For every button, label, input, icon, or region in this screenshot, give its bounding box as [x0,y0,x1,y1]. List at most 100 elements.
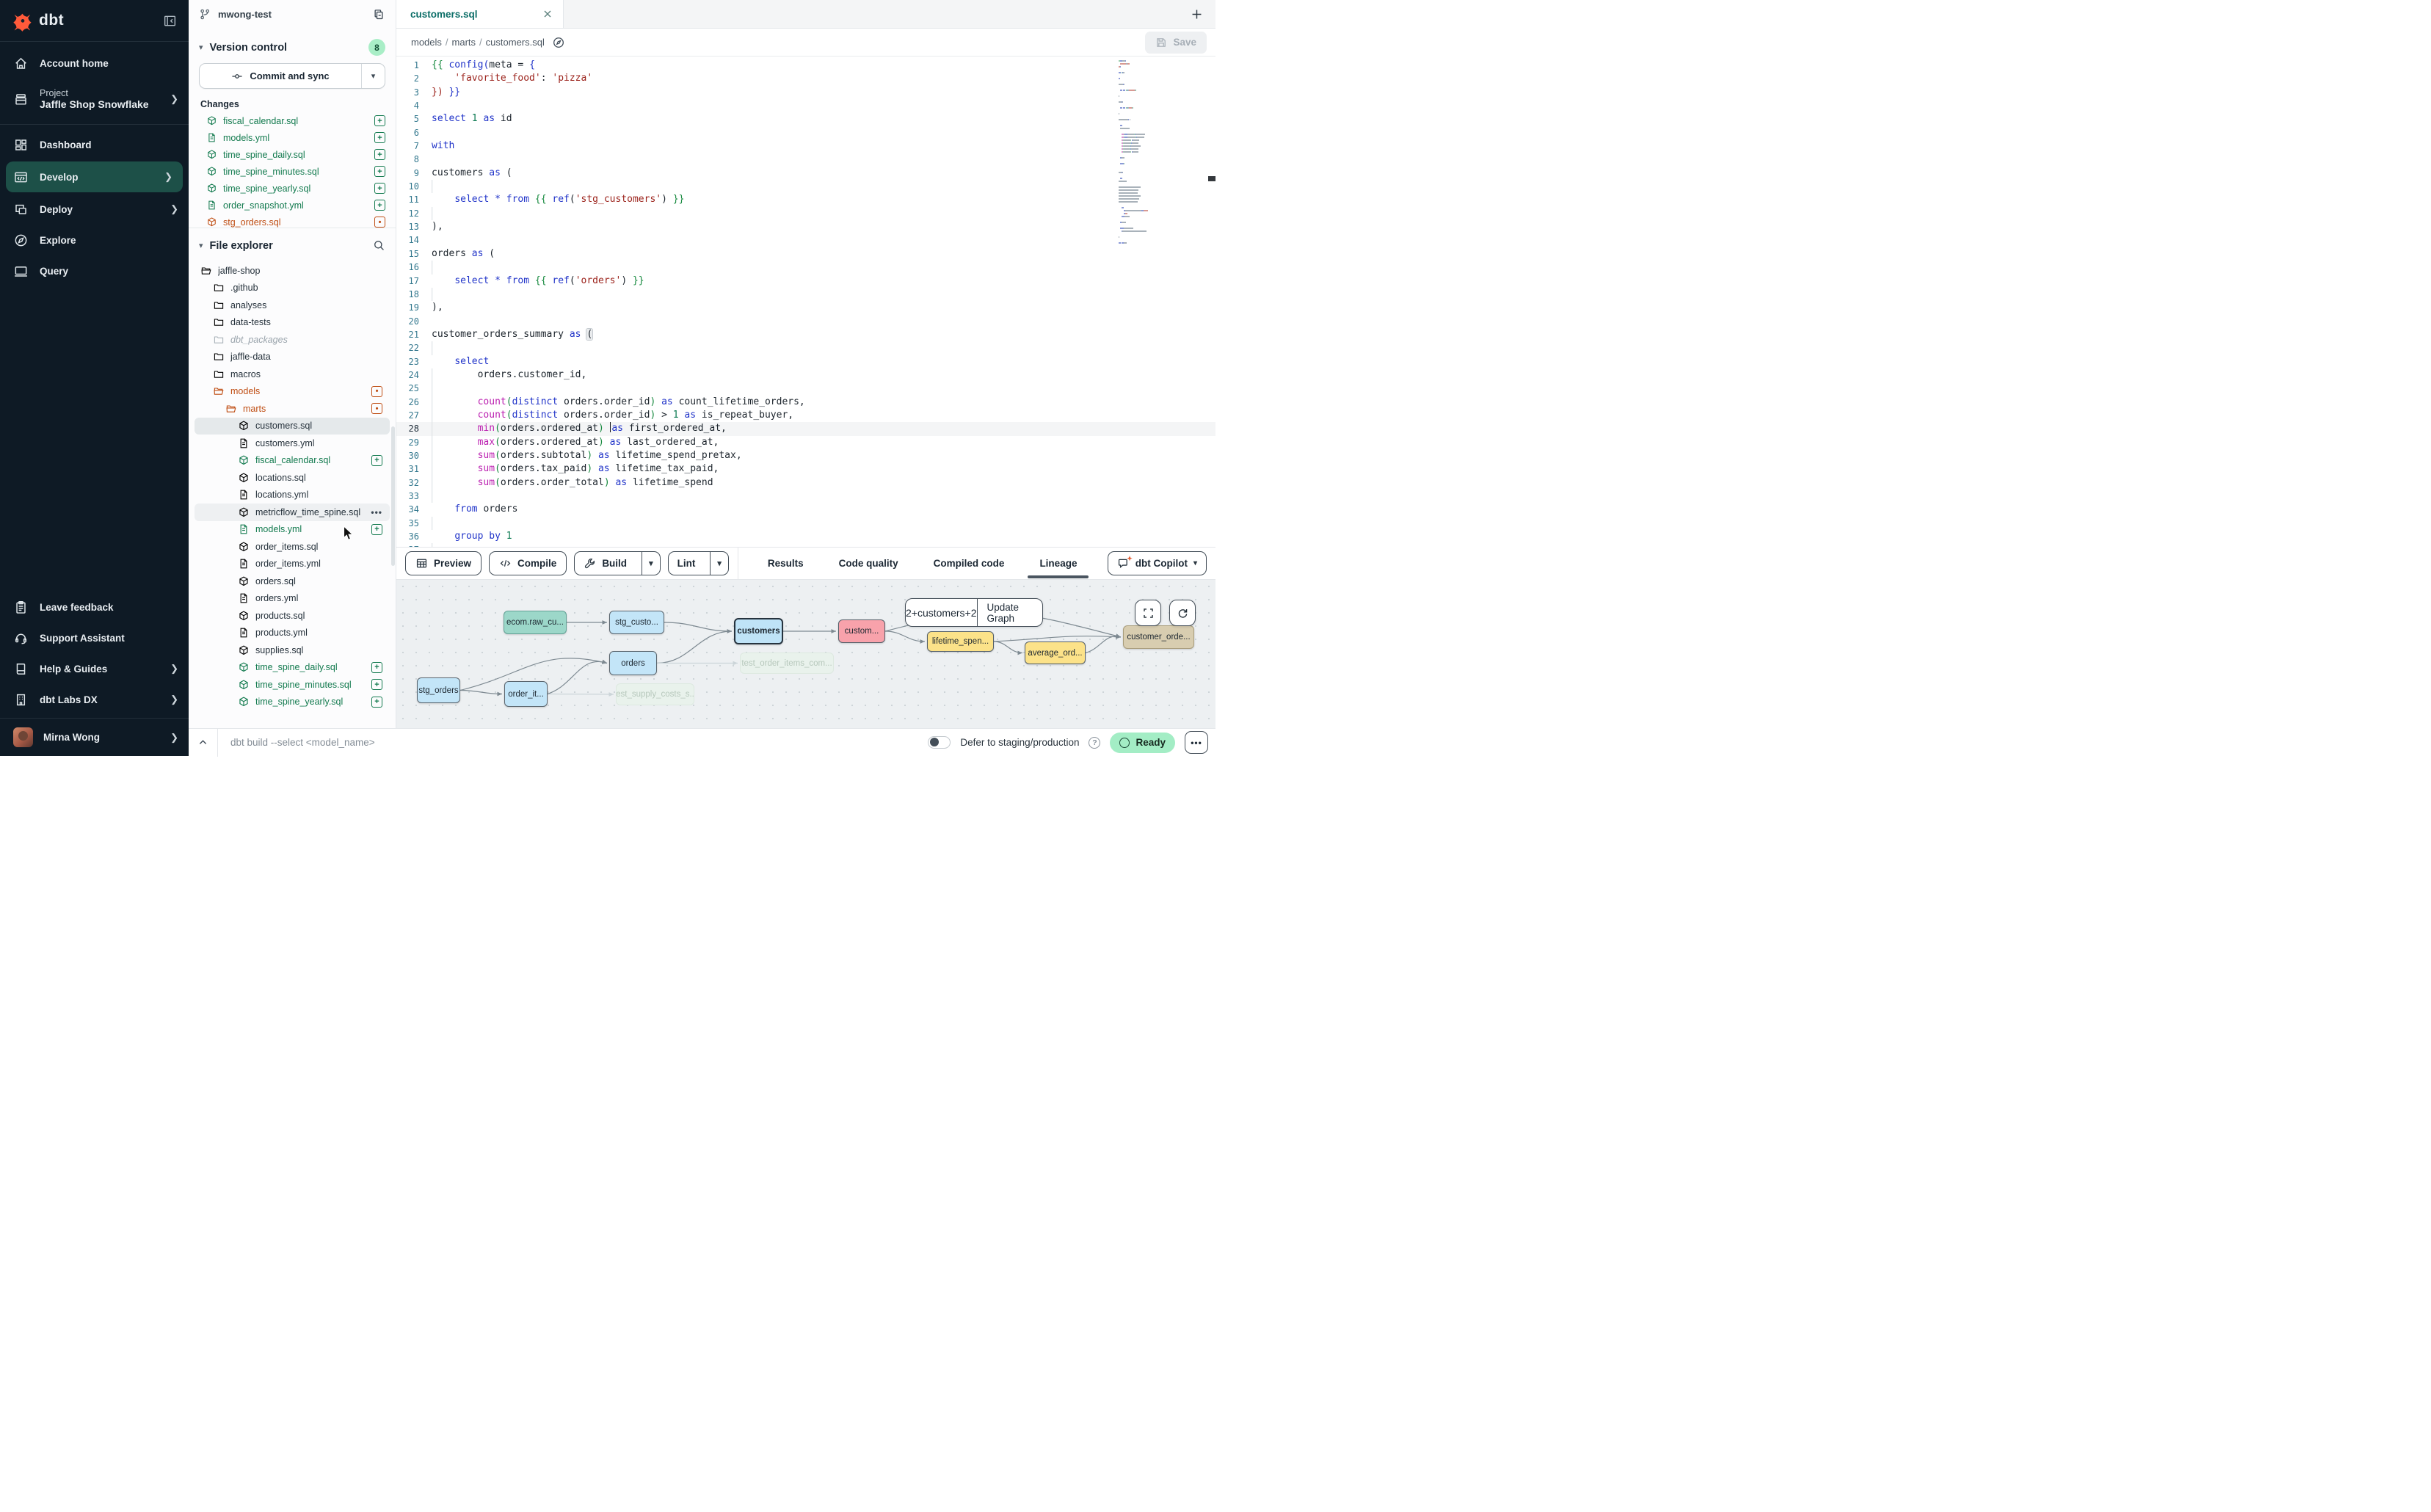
sidebar-item-account-home[interactable]: Account home [0,48,189,79]
code-line-18[interactable]: 18 [396,288,1216,301]
sidebar-item-explore[interactable]: Explore [0,225,189,255]
code-line-24[interactable]: 24 orders.customer_id, [396,368,1216,382]
stage-file-button[interactable]: + [374,200,385,211]
code-line-12[interactable]: 12 [396,207,1216,220]
lineage-node-stg_orders[interactable]: stg_orders [417,677,460,703]
lineage-node-customers[interactable]: customers [734,618,783,644]
file-tree-item-models.yml[interactable]: models.yml+ [195,521,390,539]
lineage-node-customer_orders[interactable]: customer_orde... [1123,625,1194,649]
code-line-30[interactable]: 30 sum(orders.subtotal) as lifetime_spen… [396,449,1216,462]
code-line-1[interactable]: 1{{ config(meta = { [396,59,1216,72]
breadcrumb-segment[interactable]: models [411,37,442,48]
lineage-node-customers2[interactable]: custom... [838,619,885,643]
changed-file-models.yml[interactable]: models.yml+ [189,129,396,146]
file-tree-item-time_spine_yearly.sql[interactable]: time_spine_yearly.sql+ [195,694,390,711]
stage-file-button[interactable]: + [371,455,382,466]
modified-indicator[interactable]: • [371,386,382,397]
code-line-37[interactable]: 37 [396,543,1216,547]
code-line-5[interactable]: 5select 1 as id [396,112,1216,126]
file-tree-item-analyses[interactable]: analyses [195,297,390,314]
breadcrumb-segment[interactable]: marts [452,37,476,48]
tab-compiled-code[interactable]: Compiled code [932,548,1006,578]
tab-lineage[interactable]: Lineage [1038,548,1078,578]
commit-dropdown-chevron[interactable]: ▾ [361,64,385,88]
changed-file-time_spine_yearly.sql[interactable]: time_spine_yearly.sql+ [189,180,396,197]
code-line-29[interactable]: 29 max(orders.ordered_at) as last_ordere… [396,436,1216,449]
code-line-3[interactable]: 3}) }} [396,86,1216,99]
copy-icon[interactable] [372,8,385,21]
file-tree-item-time_spine_daily.sql[interactable]: time_spine_daily.sql+ [195,659,390,677]
code-line-32[interactable]: 32 sum(orders.order_total) as lifetime_s… [396,476,1216,490]
defer-toggle[interactable] [928,736,951,749]
breadcrumb-segment[interactable]: customers.sql [486,37,545,48]
sidebar-item-query[interactable]: Query [0,255,189,286]
code-line-23[interactable]: 23 select [396,355,1216,368]
lineage-node-test_order_items[interactable]: test_order_items_com... [740,653,834,674]
file-tree-item-.github[interactable]: .github [195,280,390,297]
close-tab-icon[interactable] [542,9,553,19]
code-line-7[interactable]: 7with [396,139,1216,153]
file-tree-item-locations.yml[interactable]: locations.yml [195,487,390,504]
code-editor[interactable]: 1{{ config(meta = {2 'favorite_food': 'p… [396,57,1216,547]
file-tree-item-supplies.sql[interactable]: supplies.sql [195,641,390,659]
code-line-19[interactable]: 19), [396,301,1216,314]
changed-file-time_spine_daily.sql[interactable]: time_spine_daily.sql+ [189,146,396,163]
code-line-35[interactable]: 35 [396,517,1216,530]
changed-file-fiscal_calendar.sql[interactable]: fiscal_calendar.sql+ [189,112,396,129]
file-tree-item-data-tests[interactable]: data-tests [195,314,390,332]
editor-scrollbar-thumb[interactable] [1208,176,1216,181]
file-explorer-header[interactable]: ▾ File explorer [189,228,396,258]
user-row[interactable]: Mirna Wong ❯ [0,718,189,756]
file-tree-item-time_spine_minutes.sql[interactable]: time_spine_minutes.sql+ [195,676,390,694]
sidebar-item-help-guides[interactable]: Help & Guides❯ [0,653,189,684]
code-line-11[interactable]: 11 select * from {{ ref('stg_customers')… [396,193,1216,206]
code-line-28[interactable]: 28 min(orders.ordered_at) as first_order… [396,422,1216,435]
lineage-node-lifetime_spend[interactable]: lifetime_spen... [927,631,994,652]
code-line-33[interactable]: 33 [396,490,1216,503]
tab-customers-sql[interactable]: customers.sql [396,0,564,28]
file-tree-item-dbt_packages[interactable]: dbt_packages [195,331,390,349]
commit-and-sync-button[interactable]: Commit and sync ▾ [199,63,385,89]
code-line-4[interactable]: 4 [396,99,1216,112]
more-options-button[interactable]: ••• [1185,731,1208,754]
collapse-sidebar-icon[interactable] [163,14,177,28]
file-tree-item-marts[interactable]: marts• [195,400,390,418]
lineage-canvas[interactable]: count_lifetim...ecom.raw_cu...stg_custo.… [396,580,1216,728]
lineage-node-raw_customers[interactable]: ecom.raw_cu... [504,611,567,634]
stage-file-button[interactable]: + [374,132,385,143]
lineage-node-order_items[interactable]: order_it... [504,681,548,707]
file-more-actions-button[interactable]: ••• [371,507,382,517]
sidebar-item-deploy[interactable]: Deploy❯ [0,194,189,225]
code-line-25[interactable]: 25 [396,382,1216,395]
file-tree-item-metricflow_time_spine.sql[interactable]: metricflow_time_spine.sql••• [195,504,390,521]
file-tree-item-models[interactable]: models• [195,383,390,401]
graph-selector-input[interactable]: 2+customers+2 [906,599,977,626]
stage-file-button[interactable]: + [371,524,382,535]
code-line-22[interactable]: 22 [396,341,1216,355]
save-button[interactable]: Save [1145,32,1207,54]
build-button[interactable]: Build ▾ [574,551,660,575]
code-line-21[interactable]: 21customer_orders_summary as ( [396,328,1216,341]
stage-file-button[interactable]: + [371,697,382,708]
lineage-node-average_order[interactable]: average_ord... [1025,641,1086,664]
stage-file-button[interactable]: + [374,183,385,194]
preview-button[interactable]: Preview [405,551,482,575]
version-control-header[interactable]: ▾ Version control 8 [189,29,396,62]
tab-results[interactable]: Results [766,548,805,578]
search-icon[interactable] [373,239,385,252]
file-tree-item-customers.sql[interactable]: customers.sql [195,418,390,435]
changed-file-stg_orders.sql[interactable]: stg_orders.sql• [189,214,396,228]
file-tree-item-locations.sql[interactable]: locations.sql [195,469,390,487]
sidebar-item-develop[interactable]: Develop❯ [6,161,183,192]
stage-file-button[interactable]: + [374,166,385,177]
code-line-8[interactable]: 8 [396,153,1216,166]
code-line-2[interactable]: 2 'favorite_food': 'pizza' [396,72,1216,85]
stage-file-button[interactable]: + [374,149,385,160]
tab-code-quality[interactable]: Code quality [837,548,900,578]
code-line-15[interactable]: 15orders as ( [396,247,1216,261]
code-line-26[interactable]: 26 count(distinct orders.order_id) as co… [396,396,1216,409]
file-tree-item-orders.sql[interactable]: orders.sql [195,573,390,590]
code-line-14[interactable]: 14 [396,233,1216,247]
lint-button[interactable]: Lint ▾ [668,551,729,575]
file-tree-item-order_items.yml[interactable]: order_items.yml [195,556,390,573]
